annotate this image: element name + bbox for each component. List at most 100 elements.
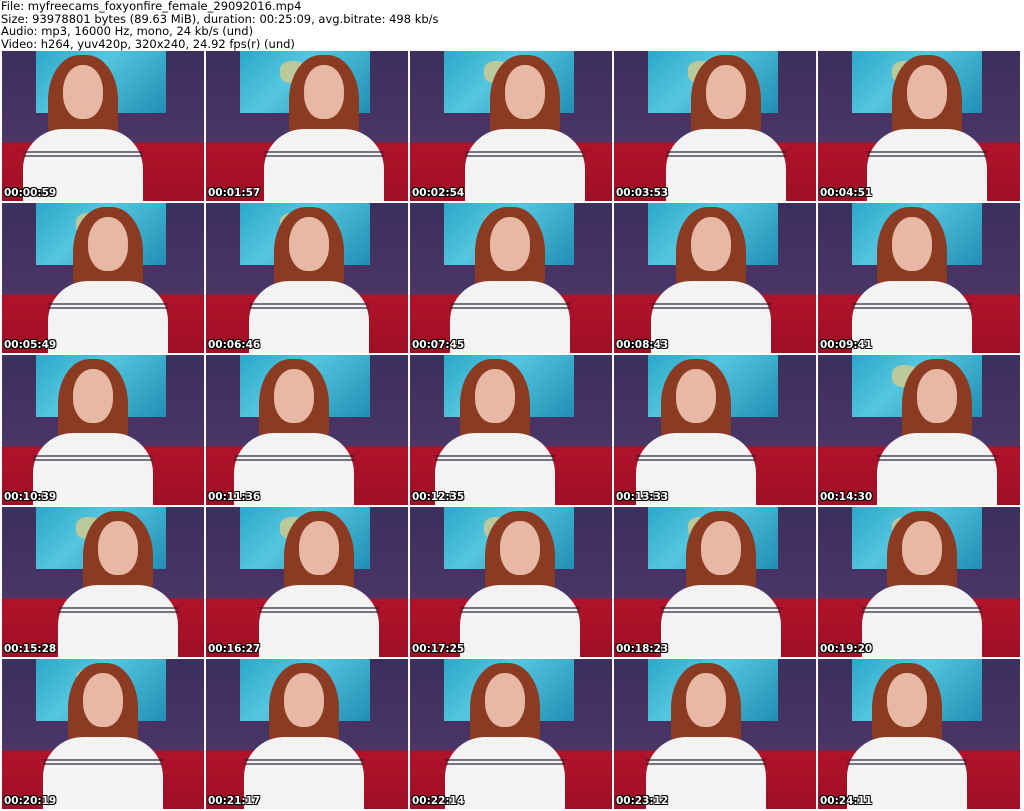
thumbnail-frame bbox=[818, 51, 1020, 201]
thumbnail-timestamp: 00:09:41 bbox=[820, 339, 873, 351]
thumbnail-timestamp: 00:01:57 bbox=[208, 187, 261, 199]
video-thumbnail: 00:16:27 bbox=[206, 507, 408, 657]
thumbnail-timestamp: 00:00:59 bbox=[4, 187, 57, 199]
video-thumbnail: 00:15:28 bbox=[2, 507, 204, 657]
video-thumbnail: 00:06:46 bbox=[206, 203, 408, 353]
person-face bbox=[676, 369, 716, 423]
person-face bbox=[691, 217, 731, 271]
thumbnail-timestamp: 00:06:46 bbox=[208, 339, 261, 351]
thumbnail-frame bbox=[818, 355, 1020, 505]
thumbnail-frame bbox=[2, 51, 204, 201]
person-face bbox=[902, 521, 942, 575]
thumbnail-frame bbox=[410, 51, 612, 201]
thumbnail-timestamp: 00:12:35 bbox=[412, 491, 465, 503]
thumbnail-timestamp: 00:10:39 bbox=[4, 491, 57, 503]
person-face bbox=[274, 369, 314, 423]
thumbnail-frame bbox=[818, 659, 1020, 809]
video-thumbnail: 00:04:51 bbox=[818, 51, 1020, 201]
thumbnail-frame bbox=[2, 659, 204, 809]
thumbnail-frame bbox=[410, 355, 612, 505]
video-thumbnail: 00:19:20 bbox=[818, 507, 1020, 657]
person-face bbox=[98, 521, 138, 575]
video-thumbnail: 00:18:23 bbox=[614, 507, 816, 657]
person-face bbox=[289, 217, 329, 271]
video-thumbnail: 00:13:33 bbox=[614, 355, 816, 505]
person-face bbox=[892, 217, 932, 271]
thumbnail-frame bbox=[2, 507, 204, 657]
person-face bbox=[706, 65, 746, 119]
video-info-line: Video: h264, yuv420p, 320x240, 24.92 fps… bbox=[1, 36, 295, 51]
file-name-line: File: myfreecams_foxyonfire_female_29092… bbox=[1, 0, 302, 13]
thumbnail-frame bbox=[818, 507, 1020, 657]
person-shirt bbox=[877, 433, 997, 505]
thumbnail-timestamp: 00:16:27 bbox=[208, 643, 261, 655]
person-shirt bbox=[43, 737, 163, 809]
thumbnail-timestamp: 00:24:11 bbox=[820, 795, 873, 807]
person-face bbox=[485, 673, 525, 727]
file-info-header: File: myfreecams_foxyonfire_female_29092… bbox=[0, 0, 1024, 50]
video-thumbnail: 00:01:57 bbox=[206, 51, 408, 201]
person-face bbox=[701, 521, 741, 575]
thumbnail-frame bbox=[614, 51, 816, 201]
person-face bbox=[686, 673, 726, 727]
thumbnail-timestamp: 00:19:20 bbox=[820, 643, 873, 655]
person-face bbox=[304, 65, 344, 119]
thumbnail-timestamp: 00:11:36 bbox=[208, 491, 261, 503]
thumbnail-timestamp: 00:03:53 bbox=[616, 187, 669, 199]
video-thumbnail: 00:12:35 bbox=[410, 355, 612, 505]
video-thumbnail: 00:08:43 bbox=[614, 203, 816, 353]
person-face bbox=[83, 673, 123, 727]
thumbnail-frame bbox=[206, 355, 408, 505]
person-shirt bbox=[450, 281, 570, 353]
thumbnail-timestamp: 00:22:14 bbox=[412, 795, 465, 807]
person-shirt bbox=[867, 129, 987, 201]
thumbnail-frame bbox=[410, 659, 612, 809]
person-shirt bbox=[264, 129, 384, 201]
thumbnail-timestamp: 00:18:23 bbox=[616, 643, 669, 655]
person-shirt bbox=[460, 585, 580, 657]
thumbnail-timestamp: 00:14:30 bbox=[820, 491, 873, 503]
person-shirt bbox=[862, 585, 982, 657]
thumbnail-frame bbox=[410, 203, 612, 353]
person-shirt bbox=[249, 281, 369, 353]
person-shirt bbox=[244, 737, 364, 809]
thumbnail-timestamp: 00:08:43 bbox=[616, 339, 669, 351]
thumbnail-timestamp: 00:13:33 bbox=[616, 491, 669, 503]
person-shirt bbox=[58, 585, 178, 657]
thumbnail-timestamp: 00:15:28 bbox=[4, 643, 57, 655]
video-thumbnail: 00:21:17 bbox=[206, 659, 408, 809]
person-shirt bbox=[651, 281, 771, 353]
person-face bbox=[73, 369, 113, 423]
video-thumbnail: 00:23:12 bbox=[614, 659, 816, 809]
person-shirt bbox=[48, 281, 168, 353]
person-shirt bbox=[661, 585, 781, 657]
video-thumbnail: 00:17:25 bbox=[410, 507, 612, 657]
person-face bbox=[907, 65, 947, 119]
thumbnail-frame bbox=[206, 51, 408, 201]
thumbnail-frame bbox=[410, 507, 612, 657]
video-thumbnail: 00:20:19 bbox=[2, 659, 204, 809]
thumbnail-frame bbox=[614, 355, 816, 505]
person-face bbox=[284, 673, 324, 727]
thumbnail-frame bbox=[206, 203, 408, 353]
thumbnail-frame bbox=[614, 507, 816, 657]
thumbnail-timestamp: 00:23:12 bbox=[616, 795, 669, 807]
thumbnail-timestamp: 00:07:45 bbox=[412, 339, 465, 351]
thumbnail-timestamp: 00:17:25 bbox=[412, 643, 465, 655]
thumbnail-frame bbox=[818, 203, 1020, 353]
thumbnail-grid: 00:00:59 00:01:57 00:02:54 00:03:53 00:04:51… bbox=[0, 51, 1024, 811]
person-face bbox=[490, 217, 530, 271]
video-thumbnail: 00:05:49 bbox=[2, 203, 204, 353]
thumbnail-timestamp: 00:21:17 bbox=[208, 795, 261, 807]
thumbnail-frame bbox=[2, 355, 204, 505]
video-thumbnail: 00:10:39 bbox=[2, 355, 204, 505]
thumbnail-frame bbox=[614, 659, 816, 809]
video-thumbnail: 00:00:59 bbox=[2, 51, 204, 201]
person-face bbox=[475, 369, 515, 423]
person-face bbox=[917, 369, 957, 423]
thumbnail-frame bbox=[614, 203, 816, 353]
person-face bbox=[500, 521, 540, 575]
thumbnail-timestamp: 00:04:51 bbox=[820, 187, 873, 199]
video-thumbnail: 00:09:41 bbox=[818, 203, 1020, 353]
thumbnail-timestamp: 00:05:49 bbox=[4, 339, 57, 351]
